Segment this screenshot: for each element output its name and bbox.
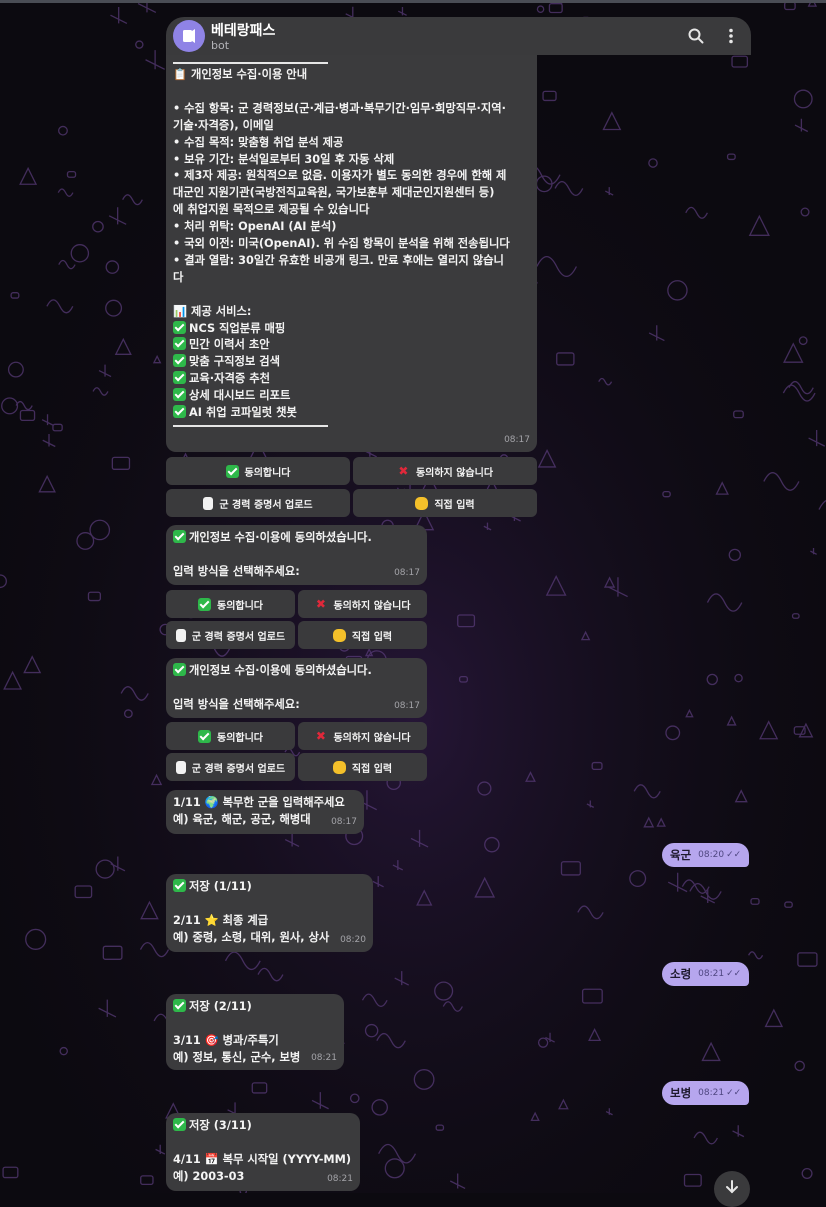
check-icon [173, 663, 186, 676]
document-icon [203, 496, 214, 510]
check-icon [225, 464, 239, 478]
manual-input-button[interactable]: 직접 입력 [298, 753, 427, 781]
window-top-border [0, 0, 826, 3]
upload-certificate-button[interactable]: 군 경력 증명서 업로드 [166, 621, 295, 649]
privacy-line: • 결과 열람: 30일간 유효한 비공개 링크. 만료 후에는 열리지 않습니 [173, 253, 504, 267]
disagree-button[interactable]: ✖ 동의하지 않습니다 [298, 722, 427, 750]
document-icon [175, 760, 186, 774]
services-list: NCS 직업분류 매핑 민간 이력서 초안 맞춤 구직정보 검색 교육·자격증 추천 상… [173, 320, 530, 422]
user-reply-message: 소령 08:21 ✓✓ [662, 962, 750, 986]
read-check-icon: ✓✓ [726, 1088, 742, 1098]
privacy-line: • 제3자 제공: 원칙적으로 없음. 이용자가 별도 동의한 경우에 한해 제 [173, 169, 507, 183]
privacy-line [173, 287, 530, 304]
check-icon [173, 530, 186, 543]
privacy-line: 대군인 지원기관(국방전직교육원, 국가보훈부 제대군인지원센터 등) [173, 186, 495, 200]
privacy-line: • 보유 기간: 분석일로부터 30일 후 자동 삭제 [173, 152, 395, 166]
privacy-line: • 국외 이전: 미국(OpenAI). 위 수집 항목이 분석을 위해 전송됩… [173, 237, 510, 251]
privacy-line: • 처리 위탁: OpenAI (AI 분석) [173, 220, 337, 234]
privacy-title: 📋 개인정보 수집·이용 안내 [173, 68, 308, 81]
search-button[interactable] [684, 24, 708, 48]
check-icon [173, 1118, 186, 1131]
manual-input-button[interactable]: 직접 입력 [353, 489, 537, 517]
cross-icon: ✖ [315, 596, 326, 611]
chat-title[interactable]: 베테랑패스 [211, 20, 275, 40]
question-message: 저장 (3/11) 4/11 📅 복무 시작일 (YYYY-MM) 예) 200… [166, 1113, 360, 1191]
question-message: 저장 (1/11) 2/11 ⭐ 최종 계급 예) 중령, 소령, 대위, 원사… [166, 874, 373, 952]
privacy-line [173, 84, 530, 101]
check-icon [198, 729, 211, 743]
search-icon [688, 28, 704, 44]
check-icon [173, 388, 186, 402]
check-icon [173, 999, 186, 1012]
disagree-button[interactable]: ✖ 동의하지 않습니다 [298, 590, 427, 618]
agree-button[interactable]: 동의합니다 [166, 722, 295, 750]
check-icon [173, 405, 186, 419]
document-icon [175, 628, 186, 642]
question-message: 저장 (2/11) 3/11 🎯 병과/주특기 예) 정보, 통신, 군수, 보… [166, 994, 344, 1070]
more-vertical-icon [729, 28, 733, 44]
bot-avatar-icon [183, 29, 195, 43]
service-item: 상세 대시보드 리포트 [173, 388, 530, 405]
message-time: 08:17 [504, 435, 530, 446]
user-reply-message: 보병 08:21 ✓✓ [662, 1081, 750, 1105]
writing-hand-icon [332, 760, 346, 774]
chat-header: 베테랑패스 bot [166, 17, 751, 55]
consent-confirmation-message: 개인정보 수집·이용에 동의하셨습니다. 입력 방식을 선택해주세요: 08:1… [166, 658, 427, 718]
agree-button[interactable]: 동의합니다 [166, 590, 295, 618]
scroll-to-bottom-button[interactable] [714, 1171, 750, 1207]
check-icon [198, 597, 211, 611]
more-menu-button[interactable] [719, 24, 743, 48]
user-reply-message: 육군 08:20 ✓✓ [662, 843, 750, 867]
question-message: 1/11 🌍 복무한 군을 입력해주세요 예) 육군, 해군, 공군, 해병대 … [166, 790, 364, 834]
privacy-notice-message: 📋 개인정보 수집·이용 안내 • 수집 항목: 군 경력정보(군·계급·병과·… [166, 55, 537, 452]
bot-avatar[interactable] [173, 20, 205, 52]
upload-certificate-button[interactable]: 군 경력 증명서 업로드 [166, 489, 350, 517]
read-check-icon: ✓✓ [726, 850, 742, 860]
check-icon [173, 879, 186, 892]
privacy-line: 다 [173, 270, 184, 284]
service-item: 민간 이력서 초안 [173, 337, 530, 354]
check-icon [173, 337, 186, 351]
service-item: 교육·자격증 추천 [173, 371, 530, 388]
agree-button[interactable]: 동의합니다 [166, 457, 350, 485]
upload-certificate-button[interactable]: 군 경력 증명서 업로드 [166, 753, 295, 781]
privacy-line: 기술·자격증), 이메일 [173, 118, 274, 132]
writing-hand-icon [415, 496, 429, 510]
cross-icon: ✖ [398, 463, 409, 478]
divider [173, 425, 328, 427]
check-icon [173, 354, 186, 368]
check-icon [173, 320, 186, 334]
service-item: 맞춤 구직정보 검색 [173, 354, 530, 371]
service-item: AI 취업 코파일럿 챗봇 [173, 405, 530, 422]
writing-hand-icon [332, 628, 346, 642]
disagree-button[interactable]: ✖ 동의하지 않습니다 [353, 457, 537, 485]
read-check-icon: ✓✓ [726, 969, 742, 979]
services-title: 📊 제공 서비스: [173, 304, 252, 318]
service-item: NCS 직업분류 매핑 [173, 320, 530, 338]
consent-confirmation-message: 개인정보 수집·이용에 동의하셨습니다. 입력 방식을 선택해주세요: 08:1… [166, 525, 427, 585]
privacy-details: • 수집 항목: 군 경력정보(군·계급·병과·복무기간·임무·희망직무·지역·… [173, 84, 530, 304]
divider [173, 62, 328, 64]
manual-input-button[interactable]: 직접 입력 [298, 621, 427, 649]
privacy-line: 에 취업지원 목적으로 제공될 수 있습니다 [173, 203, 370, 217]
chat-subtitle: bot [211, 39, 230, 52]
privacy-line: • 수집 목적: 맞춤형 취업 분석 제공 [173, 135, 344, 149]
privacy-line: • 수집 항목: 군 경력정보(군·계급·병과·복무기간·임무·희망직무·지역· [173, 101, 506, 115]
check-icon [173, 371, 186, 385]
cross-icon: ✖ [315, 728, 326, 743]
